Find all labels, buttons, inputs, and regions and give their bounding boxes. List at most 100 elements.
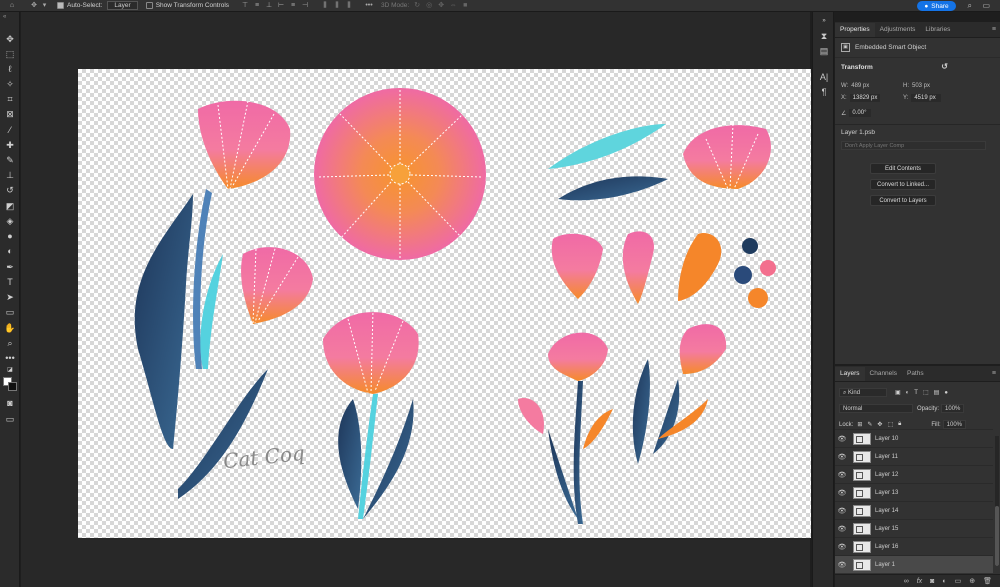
trash-icon[interactable]: 🗑︎ bbox=[983, 577, 992, 585]
blur-tool-icon[interactable]: ● bbox=[4, 231, 16, 242]
layer-row[interactable]: 👁︎ Layer 14 bbox=[835, 501, 993, 519]
hand-tool-icon[interactable]: ✋ bbox=[4, 323, 16, 334]
layer-row[interactable]: 👁︎ Layer 1 bbox=[835, 555, 993, 573]
rectangle-tool-icon[interactable]: ▭ bbox=[4, 307, 16, 318]
x-field[interactable]: X: 13829 px bbox=[841, 94, 881, 102]
align-left-icon[interactable]: ⊢ bbox=[277, 2, 285, 9]
paragraph-icon[interactable]: ¶ bbox=[818, 86, 830, 98]
crop-tool-icon[interactable]: ⌗ bbox=[4, 94, 16, 105]
mask-icon[interactable]: ◙ bbox=[930, 578, 934, 585]
convert-to-linked-button[interactable]: Convert to Linked... bbox=[870, 179, 936, 190]
height-value[interactable]: 503 px bbox=[912, 83, 930, 89]
checkbox-unchecked-icon[interactable] bbox=[145, 2, 153, 9]
tab-layers[interactable]: Layers bbox=[835, 367, 865, 381]
convert-to-layers-button[interactable]: Convert to Layers bbox=[870, 195, 936, 206]
quick-mask-icon[interactable]: ◙ bbox=[4, 398, 16, 409]
magic-wand-tool-icon[interactable]: ✧ bbox=[4, 79, 16, 90]
x-value[interactable]: 13829 px bbox=[849, 94, 881, 102]
character-icon[interactable]: A| bbox=[818, 71, 830, 83]
filter-shape-icon[interactable]: ⬚ bbox=[923, 389, 929, 396]
move-tool-icon[interactable]: ✥ bbox=[30, 2, 38, 9]
lasso-tool-icon[interactable]: ℓ bbox=[4, 64, 16, 75]
tab-libraries[interactable]: Libraries bbox=[920, 23, 955, 37]
layer-row[interactable]: 👁︎ Layer 13 bbox=[835, 483, 993, 501]
angle-value[interactable]: 0.00° bbox=[849, 109, 872, 117]
y-field[interactable]: Y: 4519 px bbox=[903, 94, 942, 102]
filter-type-icon[interactable]: T bbox=[914, 390, 918, 396]
align-top-icon[interactable]: ⊤ bbox=[241, 2, 249, 9]
clone-stamp-tool-icon[interactable]: ⊥ bbox=[4, 170, 16, 181]
filter-pixel-icon[interactable]: ▣ bbox=[895, 389, 901, 396]
share-button[interactable]: ● Share bbox=[917, 1, 956, 11]
collapse-panels-icon[interactable]: » bbox=[818, 15, 830, 27]
tab-adjustments[interactable]: Adjustments bbox=[875, 23, 921, 37]
collapse-panel-icon[interactable]: « bbox=[3, 14, 6, 20]
layer-row[interactable]: 👁︎ Layer 15 bbox=[835, 519, 993, 537]
layer-row[interactable]: 👁︎ Layer 16 bbox=[835, 537, 993, 555]
visibility-eye-icon[interactable]: 👁︎ bbox=[835, 453, 849, 461]
zoom-tool-icon[interactable]: ⌕ bbox=[4, 338, 16, 349]
angle-field[interactable]: ∠ 0.00° bbox=[841, 109, 872, 117]
layer-row[interactable]: 👁︎ Layer 10 bbox=[835, 429, 993, 447]
lock-position-icon[interactable]: ✥ bbox=[877, 421, 882, 428]
align-bottom-icon[interactable]: ⊥ bbox=[265, 2, 273, 9]
document-canvas[interactable]: Cat Coq bbox=[78, 69, 811, 538]
eraser-tool-icon[interactable]: ◩ bbox=[4, 201, 16, 212]
layer-comp-dropdown[interactable]: Don't Apply Layer Comp bbox=[841, 141, 986, 150]
blend-mode-dropdown[interactable]: Normal bbox=[839, 404, 913, 413]
group-icon[interactable]: ▭ bbox=[955, 577, 962, 585]
home-icon[interactable]: ⌂ bbox=[8, 2, 16, 9]
dodge-tool-icon[interactable]: ◐ bbox=[4, 246, 16, 257]
filter-kind-dropdown[interactable]: ⌕ Kind bbox=[839, 388, 887, 397]
scrollbar-thumb[interactable] bbox=[995, 506, 999, 566]
align-middle-icon[interactable]: ≡ bbox=[253, 2, 261, 9]
history-brush-tool-icon[interactable]: ↺ bbox=[4, 185, 16, 196]
marquee-tool-icon[interactable]: ⬚ bbox=[4, 49, 16, 60]
fx-icon[interactable]: fx bbox=[917, 578, 922, 585]
checkbox-checked-icon[interactable] bbox=[57, 2, 64, 9]
history-icon[interactable]: ⧗ bbox=[818, 30, 830, 42]
filter-adjustment-icon[interactable]: ◐ bbox=[906, 390, 910, 396]
tab-paths[interactable]: Paths bbox=[902, 367, 929, 381]
show-transform-controls-checkbox[interactable]: Show Transform Controls bbox=[145, 2, 229, 9]
y-value[interactable]: 4519 px bbox=[911, 94, 942, 102]
edit-toolbar-icon[interactable]: ••• bbox=[4, 353, 16, 364]
path-selection-tool-icon[interactable]: ➤ bbox=[4, 292, 16, 303]
lock-transparent-icon[interactable]: ⊞ bbox=[857, 421, 862, 428]
brush-tool-icon[interactable]: ✎ bbox=[4, 155, 16, 166]
visibility-eye-icon[interactable]: 👁︎ bbox=[835, 561, 849, 569]
visibility-eye-icon[interactable]: 👁︎ bbox=[835, 525, 849, 533]
width-field[interactable]: W: 489 px bbox=[841, 83, 869, 89]
layer-row[interactable]: 👁︎ Layer 12 bbox=[835, 465, 993, 483]
type-tool-icon[interactable]: T bbox=[4, 277, 16, 288]
lock-image-icon[interactable]: ✎ bbox=[867, 421, 872, 428]
background-color-swatch[interactable] bbox=[8, 382, 17, 391]
tab-channels[interactable]: Channels bbox=[865, 367, 902, 381]
auto-select-target-dropdown[interactable]: Layer bbox=[107, 1, 138, 10]
visibility-eye-icon[interactable]: 👁︎ bbox=[835, 435, 849, 443]
height-field[interactable]: H: 503 px bbox=[903, 83, 930, 89]
auto-select-checkbox[interactable]: Auto-Select: bbox=[57, 2, 102, 9]
screen-mode-icon[interactable]: ▭ bbox=[4, 414, 16, 425]
paint-bucket-tool-icon[interactable]: ◈ bbox=[4, 216, 16, 227]
distribute-middle-icon[interactable]: ⫼ bbox=[333, 2, 341, 9]
filter-toggle-icon[interactable]: ● bbox=[944, 390, 948, 396]
workspace-icon[interactable]: ▭ bbox=[982, 1, 990, 10]
lock-all-icon[interactable]: 🔒︎ bbox=[898, 421, 901, 428]
frame-tool-icon[interactable]: ⊠ bbox=[4, 109, 16, 120]
adjustment-icon[interactable]: ◐ bbox=[942, 578, 946, 585]
filter-smart-object-icon[interactable]: ▤ bbox=[934, 389, 940, 396]
fill-value[interactable]: 100% bbox=[942, 420, 967, 429]
opacity-value[interactable]: 100% bbox=[941, 404, 965, 413]
visibility-eye-icon[interactable]: 👁︎ bbox=[835, 543, 849, 551]
new-layer-icon[interactable]: ⊕ bbox=[969, 577, 975, 585]
panel-menu-icon[interactable]: ≡ bbox=[992, 26, 996, 33]
pen-tool-icon[interactable]: ✒ bbox=[4, 262, 16, 273]
width-value[interactable]: 489 px bbox=[851, 83, 869, 89]
distribute-top-icon[interactable]: ⫼ bbox=[321, 2, 329, 9]
comments-icon[interactable]: ▤ bbox=[818, 45, 830, 57]
search-icon[interactable]: ⌕ bbox=[968, 1, 972, 11]
eyedropper-tool-icon[interactable]: ⁄ bbox=[4, 125, 16, 136]
layer-row[interactable]: 👁︎ Layer 11 bbox=[835, 447, 993, 465]
visibility-eye-icon[interactable]: 👁︎ bbox=[835, 489, 849, 497]
